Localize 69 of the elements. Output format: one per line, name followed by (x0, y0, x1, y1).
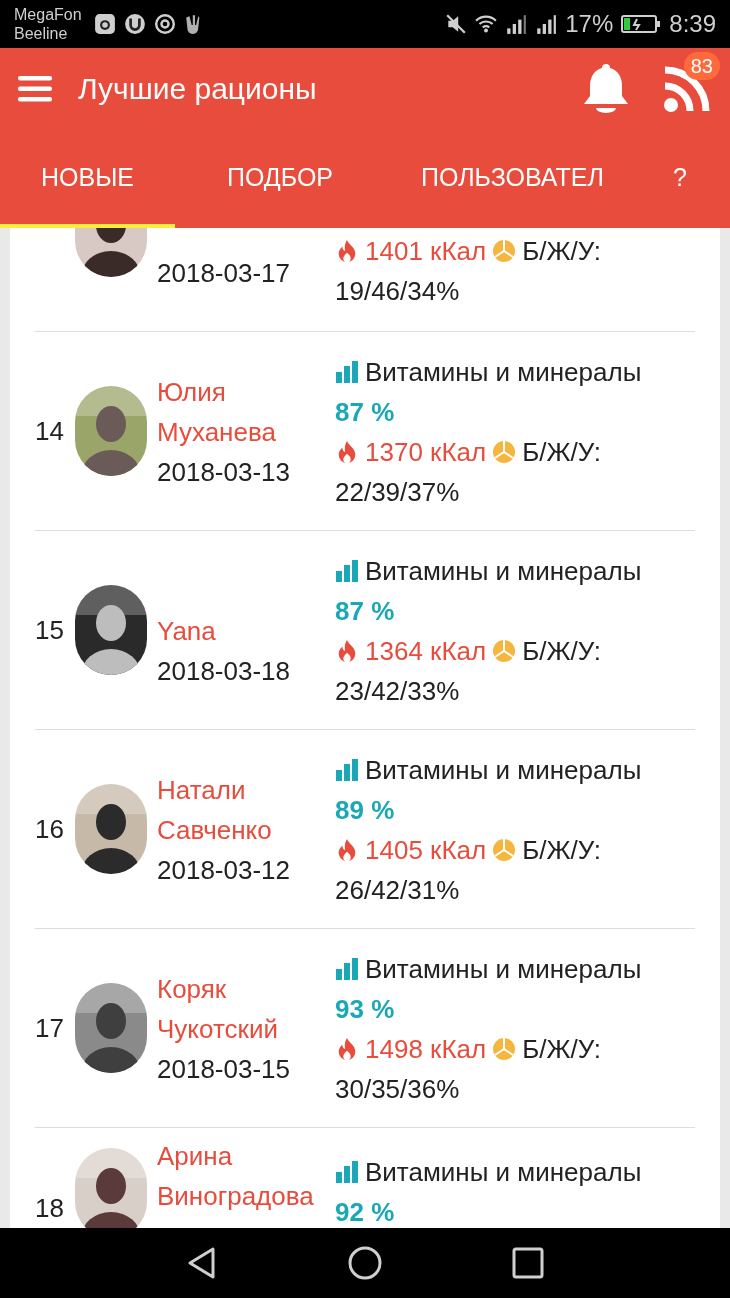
bell-icon[interactable] (582, 64, 630, 114)
user-name[interactable]: Коряк Чукотский (157, 969, 321, 1049)
user-name[interactable]: Юлия Муханева (157, 372, 321, 452)
pie-chart-icon (492, 239, 517, 263)
tab[interactable]: ? (640, 130, 720, 228)
pie-chart-icon (492, 838, 517, 862)
pie-chart-icon (492, 639, 517, 663)
carrier-name: Beeline (14, 24, 69, 43)
home-icon[interactable] (348, 1246, 382, 1280)
macros-value: 22/39/37% (335, 477, 460, 507)
date: 2018-03-18 (157, 655, 291, 688)
macros-value: 23/42/33% (335, 676, 460, 706)
user-name[interactable]: Натали Савченко (157, 770, 321, 850)
date: 2018-03-17 (157, 257, 291, 290)
user-name[interactable]: Арина Виноградова (157, 1136, 321, 1216)
vitamins-label: Витамины и минералы (365, 954, 642, 984)
vitamins-label: Витамины и минералы (365, 1157, 642, 1187)
bar-chart-icon (335, 360, 359, 384)
macros-label: Б/Ж/У: (522, 437, 601, 467)
vitamins-percent: 87 % (335, 596, 395, 626)
vitamins-percent: 92 % (335, 1197, 395, 1227)
vitamins-percent: 93 % (335, 994, 395, 1024)
signal-icon (505, 13, 528, 35)
vitamins-label: Витамины и минералы (365, 755, 642, 785)
vitamins-label: Витамины и минералы (365, 556, 642, 586)
macros-value: 26/42/31% (335, 875, 460, 905)
app-title: Лучшие рационы (78, 72, 318, 106)
carrier-name: MegaFon (14, 5, 82, 24)
rank-number: 16 (35, 814, 64, 844)
date: 2018-03-13 (157, 456, 291, 489)
menu-icon[interactable] (18, 76, 52, 102)
date: 2018-03-15 (157, 1053, 291, 1086)
signal-icon (535, 13, 558, 35)
rank-number: 15 (35, 615, 64, 645)
notification-count: 83 (683, 52, 720, 80)
rank-number: 14 (35, 416, 64, 446)
calories: 1498 кКал (365, 1034, 487, 1064)
bar-chart-icon (335, 1160, 359, 1184)
macros-value: 19/46/34% (335, 276, 460, 306)
camera-icon (93, 13, 116, 35)
rank-number: 18 (35, 1193, 64, 1223)
bar-chart-icon (335, 758, 359, 782)
rank-number: 17 (35, 1013, 64, 1043)
macros-label: Б/Ж/У: (522, 636, 601, 666)
battery-percent: 17% (565, 10, 614, 38)
pie-chart-icon (492, 440, 517, 464)
wifi-icon (475, 13, 498, 35)
bar-chart-icon (335, 957, 359, 981)
calories: 1364 кКал (365, 636, 487, 666)
vitamins-percent: 87 % (335, 397, 395, 427)
vitamins-percent: 89 % (335, 795, 395, 825)
tab[interactable]: ПОДБОР (175, 130, 385, 228)
clock: 8:39 (669, 10, 716, 38)
calories: 1401 кКал (365, 236, 487, 266)
vitamins-label: Витамины и минералы (365, 357, 642, 387)
calories: 1405 кКал (365, 835, 487, 865)
user-name[interactable]: Yana (157, 611, 321, 651)
tab[interactable]: ПОЛЬЗОВАТЕЛ (385, 130, 640, 228)
bar-chart-icon (335, 559, 359, 583)
battery-icon (621, 13, 662, 35)
macros-label: Б/Ж/У: (522, 835, 601, 865)
macros-value: 30/35/36% (335, 1074, 460, 1104)
recents-icon[interactable] (511, 1246, 546, 1280)
mute-icon (445, 13, 468, 35)
macros-label: Б/Ж/У: (522, 236, 601, 266)
pie-chart-icon (492, 1037, 517, 1061)
macros-label: Б/Ж/У: (522, 1034, 601, 1064)
calories: 1370 кКал (365, 437, 487, 467)
date: 2018-03-12 (157, 854, 291, 887)
